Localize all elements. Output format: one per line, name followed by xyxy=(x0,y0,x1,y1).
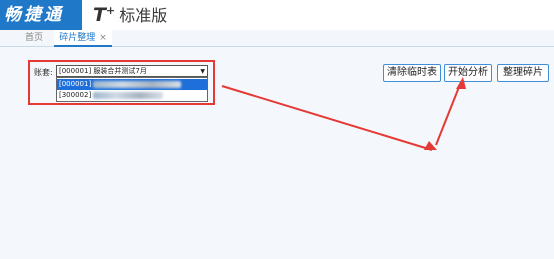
top-bar: 畅捷通 T+ 标准版 xyxy=(0,0,554,30)
product-title: T+ 标准版 xyxy=(93,0,167,30)
tab-defragment[interactable]: 碎片整理 × xyxy=(54,30,112,47)
product-sup: + xyxy=(105,4,116,17)
defragment-button[interactable]: 整理碎片 xyxy=(497,64,549,82)
brand-logo: 畅捷通 xyxy=(0,0,82,30)
start-analysis-button[interactable]: 开始分析 xyxy=(444,64,492,82)
tab-bar: 首页 碎片整理 × xyxy=(0,30,554,47)
close-icon[interactable]: × xyxy=(99,33,107,43)
annotation-highlight-box xyxy=(28,60,215,105)
tab-defragment-label: 碎片整理 xyxy=(59,33,96,43)
product-prefix: T xyxy=(93,4,106,26)
clear-temp-table-button[interactable]: 清除临时表 xyxy=(383,64,441,82)
product-name: 标准版 xyxy=(119,6,168,25)
tab-home[interactable]: 首页 xyxy=(21,30,47,46)
